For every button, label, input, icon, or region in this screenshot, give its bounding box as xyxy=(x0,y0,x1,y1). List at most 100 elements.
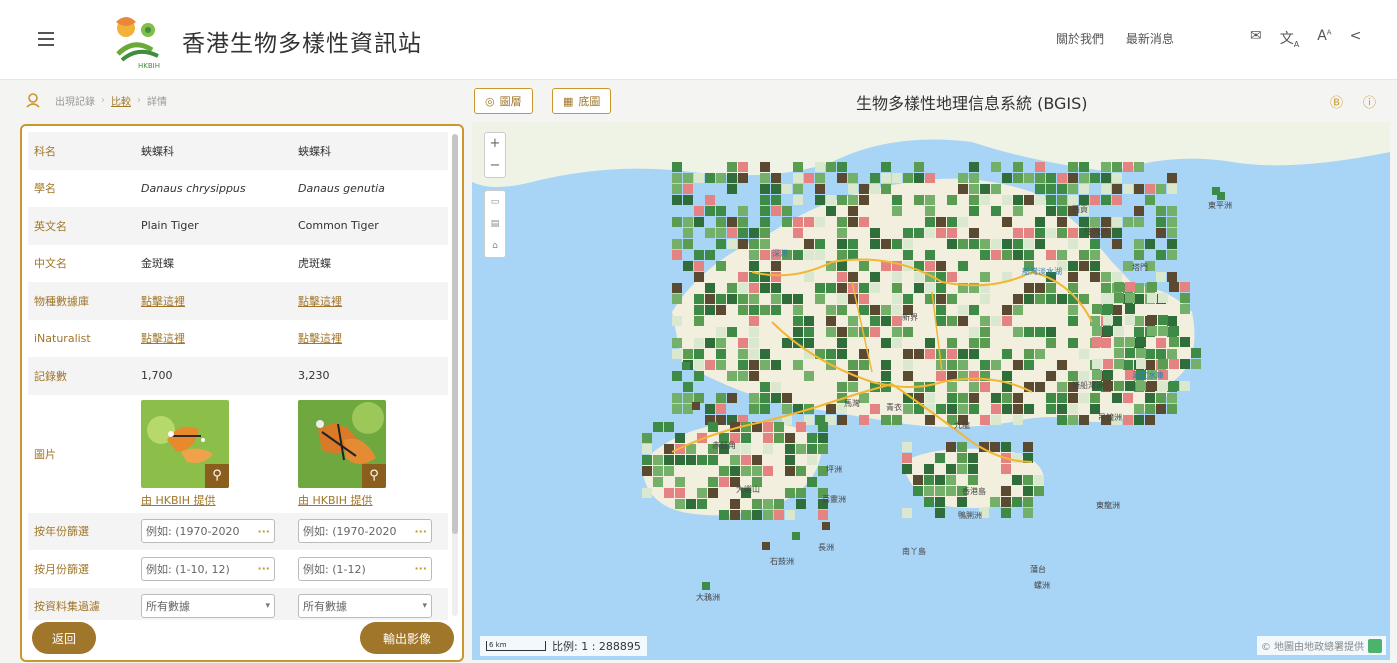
occurrence-cell[interactable] xyxy=(774,499,784,509)
occurrence-cell[interactable] xyxy=(837,272,847,282)
occurrence-cell[interactable] xyxy=(792,532,800,540)
occurrence-cell[interactable] xyxy=(1035,349,1045,359)
occurrence-cell[interactable] xyxy=(1002,239,1012,249)
occurrence-cell[interactable] xyxy=(653,466,663,476)
zoom-icon[interactable]: ⚲ xyxy=(362,463,386,488)
occurrence-cell[interactable] xyxy=(1134,184,1144,194)
occurrence-cell[interactable] xyxy=(807,477,817,487)
occurrence-cell[interactable] xyxy=(708,422,718,432)
occurrence-cell[interactable] xyxy=(914,195,924,205)
occurrence-cell[interactable] xyxy=(760,349,770,359)
occurrence-cell[interactable] xyxy=(991,239,1001,249)
occurrence-cell[interactable] xyxy=(705,294,715,304)
occurrence-cell[interactable] xyxy=(1013,206,1023,216)
occurrence-cell[interactable] xyxy=(683,228,693,238)
occurrence-cell[interactable] xyxy=(892,272,902,282)
occurrence-cell[interactable] xyxy=(642,466,652,476)
occurrence-cell[interactable] xyxy=(870,239,880,249)
home-icon[interactable]: ⌂ xyxy=(485,235,505,257)
occurrence-cell[interactable] xyxy=(925,415,935,425)
occurrence-cell[interactable] xyxy=(1046,338,1056,348)
occurrence-cell[interactable] xyxy=(738,272,748,282)
occurrence-cell[interactable] xyxy=(1023,497,1033,507)
occurrence-cell[interactable] xyxy=(1057,404,1067,414)
mail-icon[interactable]: ✉ xyxy=(1250,28,1262,49)
occurrence-cell[interactable] xyxy=(760,206,770,216)
occurrence-cell[interactable] xyxy=(1156,272,1166,282)
occurrence-cell[interactable] xyxy=(818,433,828,443)
occurrence-cell[interactable] xyxy=(771,283,781,293)
occurrence-cell[interactable] xyxy=(837,283,847,293)
occurrence-cell[interactable] xyxy=(991,393,1001,403)
occurrence-cell[interactable] xyxy=(1134,206,1144,216)
occurrence-cell[interactable] xyxy=(892,283,902,293)
occurrence-cell[interactable] xyxy=(1002,217,1012,227)
export-image-button[interactable]: 輸出影像 xyxy=(360,622,454,654)
occurrence-cell[interactable] xyxy=(804,371,814,381)
occurrence-cell[interactable] xyxy=(1013,415,1023,425)
occurrence-cell[interactable] xyxy=(782,393,792,403)
occurrence-cell[interactable] xyxy=(1079,349,1089,359)
occurrence-cell[interactable] xyxy=(1013,162,1023,172)
occurrence-cell[interactable] xyxy=(848,382,858,392)
occurrence-cell[interactable] xyxy=(958,173,968,183)
occurrence-cell[interactable] xyxy=(990,442,1000,452)
occurrence-cell[interactable] xyxy=(936,217,946,227)
occurrence-cell[interactable] xyxy=(675,488,685,498)
occurrence-cell[interactable] xyxy=(804,316,814,326)
occurrence-cell[interactable] xyxy=(760,393,770,403)
occurrence-cell[interactable] xyxy=(1167,272,1177,282)
occurrence-cell[interactable] xyxy=(1046,371,1056,381)
occurrence-cell[interactable] xyxy=(727,327,737,337)
occurrence-cell[interactable] xyxy=(1103,293,1113,303)
occurrence-cell[interactable] xyxy=(1167,206,1177,216)
occurrence-cell[interactable] xyxy=(935,497,945,507)
occurrence-cell[interactable] xyxy=(771,272,781,282)
occurrence-cell[interactable] xyxy=(1217,192,1225,200)
print-icon[interactable]: ▤ xyxy=(485,213,505,235)
occurrence-cell[interactable] xyxy=(760,173,770,183)
occurrence-cell[interactable] xyxy=(936,316,946,326)
occurrence-cell[interactable] xyxy=(1134,294,1144,304)
basemap-button[interactable]: ▦ 底圖 xyxy=(552,88,612,114)
occurrence-cell[interactable] xyxy=(1002,404,1012,414)
zoom-icon[interactable]: ⚲ xyxy=(205,463,229,488)
occurrence-cell[interactable] xyxy=(793,228,803,238)
occurrence-cell[interactable] xyxy=(1079,250,1089,260)
occurrence-cell[interactable] xyxy=(903,371,913,381)
occurrence-cell[interactable] xyxy=(1068,239,1078,249)
occurrence-cell[interactable] xyxy=(1090,272,1100,282)
occurrence-cell[interactable] xyxy=(837,250,847,260)
occurrence-cell[interactable] xyxy=(702,582,710,590)
occurrence-cell[interactable] xyxy=(1013,250,1023,260)
occurrence-cell[interactable] xyxy=(760,382,770,392)
occurrence-cell[interactable] xyxy=(752,510,762,520)
occurrence-cell[interactable] xyxy=(683,349,693,359)
occurrence-cell[interactable] xyxy=(892,327,902,337)
occurrence-cell[interactable] xyxy=(1103,304,1113,314)
occurrence-cell[interactable] xyxy=(902,464,912,474)
occurrence-cell[interactable] xyxy=(804,250,814,260)
occurrence-cell[interactable] xyxy=(980,184,990,194)
occurrence-cell[interactable] xyxy=(785,510,795,520)
occurrence-cell[interactable] xyxy=(925,250,935,260)
occurrence-cell[interactable] xyxy=(672,404,682,414)
occurrence-cell[interactable] xyxy=(947,294,957,304)
occurrence-cell[interactable] xyxy=(848,250,858,260)
occurrence-cell[interactable] xyxy=(1024,195,1034,205)
occurrence-cell[interactable] xyxy=(913,475,923,485)
occurrence-cell[interactable] xyxy=(1023,442,1033,452)
occurrence-cell[interactable] xyxy=(892,316,902,326)
occurrence-cell[interactable] xyxy=(892,415,902,425)
occurrence-cell[interactable] xyxy=(683,217,693,227)
occurrence-cell[interactable] xyxy=(914,173,924,183)
occurrence-cell[interactable] xyxy=(892,338,902,348)
occurrence-cell[interactable] xyxy=(848,184,858,194)
menu-icon[interactable] xyxy=(38,32,54,46)
occurrence-cell[interactable] xyxy=(1101,195,1111,205)
occurrence-cell[interactable] xyxy=(1101,162,1111,172)
occurrence-cell[interactable] xyxy=(1191,359,1201,369)
occurrence-cell[interactable] xyxy=(1013,239,1023,249)
occurrence-cell[interactable] xyxy=(1013,393,1023,403)
occurrence-cell[interactable] xyxy=(683,393,693,403)
